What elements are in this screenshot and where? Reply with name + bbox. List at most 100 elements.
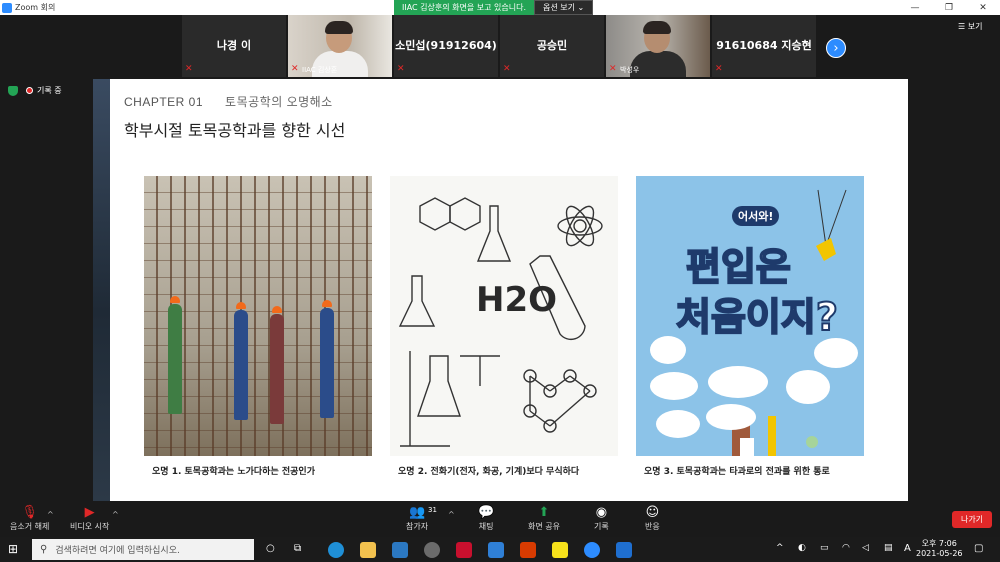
tray-overflow-icon[interactable]: ^ (776, 543, 784, 553)
slide-chapter: CHAPTER 01 토목공학의 오명해소 (124, 93, 333, 110)
chemistry-doodle-image: H2O (390, 176, 618, 456)
record-button[interactable]: ◉ 기록 (594, 505, 609, 532)
video-options-caret[interactable]: ^ (112, 510, 119, 519)
recording-indicator[interactable]: 기록 중 (8, 85, 62, 96)
store-icon[interactable] (392, 542, 408, 558)
speech-bubble (706, 404, 756, 430)
card-caption: 오명 3. 토목공학과는 타과로의 전과를 위한 통로 (636, 456, 864, 484)
share-screen-label: 화면 공유 (528, 522, 560, 531)
speech-bubble (708, 366, 768, 398)
slide-card: 오명 1. 토목공학과는 노가다하는 전공인가 (144, 176, 372, 484)
share-screen-icon: ⬆ (538, 505, 550, 520)
leave-meeting-button[interactable]: 나가기 (952, 511, 992, 528)
clock-date: 2021-05-26 (916, 549, 963, 558)
minimize-button[interactable]: — (898, 0, 932, 15)
battery-icon[interactable]: ▭ (820, 543, 829, 553)
windows-taskbar: ⊞ ⚲ 검색하려면 여기에 입력하십시오. ○ ⧉ ^ ◐ ▭ ◠ ◁ ▤ A … (0, 537, 1000, 562)
participant-name: 공승민 (536, 39, 568, 52)
record-label: 기록 (594, 522, 609, 531)
reactions-label: 반응 (645, 522, 660, 531)
speech-bubble (650, 372, 698, 400)
audio-options-caret[interactable]: ^ (47, 510, 54, 519)
presentation-slide: CHAPTER 01 토목공학의 오명해소 학부시절 토목공학과를 향한 시선 오… (110, 79, 908, 501)
chat-button[interactable]: 💬 채팅 (478, 505, 494, 532)
edge-browser-icon[interactable] (328, 542, 344, 558)
share-banner-message: IIAC 김상훈의 화면을 보고 있습니다. (394, 0, 535, 15)
participant-tile[interactable]: 소민섭(91912604) ✕ (394, 15, 498, 77)
search-placeholder: 검색하려면 여기에 입력하십시오. (55, 546, 180, 556)
pen-app-icon[interactable] (616, 542, 632, 558)
speech-bubble (656, 410, 700, 438)
start-video-button[interactable]: ▶ 비디오 시작 (70, 505, 109, 532)
file-explorer-icon[interactable] (360, 542, 376, 558)
volume-icon[interactable]: ◁ (862, 543, 869, 553)
participant-name: 나경 이 (216, 39, 252, 52)
notifications-icon[interactable]: ▢ (974, 543, 983, 554)
card-caption: 오명 1. 토목공학과는 노가다하는 전공인가 (144, 456, 372, 484)
maximize-button[interactable]: ❐ (932, 0, 966, 15)
speech-bubble (650, 336, 686, 364)
mcafee-icon[interactable] (456, 542, 472, 558)
window-title: Zoom 회의 (15, 3, 56, 12)
office-icon[interactable] (520, 542, 536, 558)
worker-figure (234, 310, 248, 420)
poster-headline-1: 편입은 (685, 244, 792, 290)
settings-gear-icon[interactable] (424, 542, 440, 558)
close-window-button[interactable]: ✕ (966, 0, 1000, 15)
next-participants-button[interactable]: › (826, 38, 846, 58)
unmute-label: 음소거 해제 (10, 522, 50, 531)
taskbar-search-box[interactable]: ⚲ 검색하려면 여기에 입력하십시오. (32, 539, 254, 560)
participants-options-caret[interactable]: ^ (448, 510, 455, 519)
clock-time: 오후 7:06 (921, 539, 957, 548)
wifi-icon[interactable]: ◠ (842, 543, 850, 553)
search-icon: ⚲ (40, 544, 48, 555)
poster-badge: 어서와! (732, 206, 780, 226)
participants-icon: 👥 (408, 505, 426, 520)
view-layout-button[interactable]: ☰ 보기 (958, 21, 982, 32)
participant-tile[interactable]: 91610684 지승현 ✕ (712, 15, 816, 77)
muted-microphone-icon: 🎙 (21, 505, 38, 520)
h2o-text: H2O (476, 280, 558, 320)
chapter-subtitle: 토목공학의 오명해소 (225, 95, 333, 109)
window-controls: — ❐ ✕ (898, 0, 1000, 15)
participant-tile[interactable]: 공승민 ✕ (500, 15, 604, 77)
view-options-button[interactable]: 옵션 보기 ⌄ (534, 0, 594, 15)
participant-tile[interactable]: 나경 이 ✕ (182, 15, 286, 77)
helmet-icon (272, 306, 282, 313)
participant-video-tile[interactable]: IIAC 김상훈 ✕ (288, 15, 392, 77)
participants-button[interactable]: 👥 참가자 (406, 505, 428, 532)
reactions-button[interactable]: ☺ 반응 (645, 505, 660, 532)
slide-card: H2O 오명 2. 전화기(전자, 화공, 기계)보다 무식하다 (390, 176, 618, 484)
worker-figure (270, 314, 284, 424)
unmute-button[interactable]: 🎙 음소거 해제 (10, 505, 49, 532)
helmet-icon (236, 302, 246, 309)
helmet-icon (322, 300, 332, 307)
task-view-icon[interactable]: ⧉ (294, 543, 301, 554)
participant-video-tile[interactable]: 박성우 ✕ (606, 15, 710, 77)
participant-name: 소민섭(91912604) (395, 39, 497, 52)
video-person-hair (643, 21, 671, 34)
participants-label: 참가자 (406, 522, 429, 531)
video-person-hair (325, 21, 353, 34)
muted-mic-icon: ✕ (609, 64, 617, 74)
network-icon[interactable]: ▤ (884, 543, 893, 553)
record-icon: ◉ (595, 505, 608, 520)
recording-label: 기록 중 (37, 86, 62, 95)
taskbar-clock[interactable]: 오후 7:06 2021-05-26 (916, 539, 963, 559)
reactions-icon: ☺ (645, 505, 660, 520)
screen-share-banner: IIAC 김상훈의 화면을 보고 있습니다. 옵션 보기 ⌄ (394, 0, 594, 15)
windows-start-icon[interactable]: ⊞ (8, 543, 20, 555)
share-screen-button[interactable]: ⬆ 화면 공유 (528, 505, 560, 532)
chat-label: 채팅 (478, 522, 494, 531)
ime-indicator[interactable]: A (904, 543, 911, 554)
participant-name: 91610684 지승현 (716, 39, 812, 52)
muted-mic-icon: ✕ (185, 64, 193, 74)
construction-workers-image (144, 176, 372, 456)
mail-icon[interactable] (488, 542, 504, 558)
tray-app-icon[interactable]: ◐ (798, 543, 806, 553)
cortana-icon[interactable]: ○ (266, 543, 275, 554)
security-shield-icon[interactable] (8, 85, 18, 96)
zoom-app-icon[interactable] (584, 542, 600, 558)
muted-mic-icon: ✕ (291, 64, 299, 74)
kakaotalk-icon[interactable] (552, 542, 568, 558)
